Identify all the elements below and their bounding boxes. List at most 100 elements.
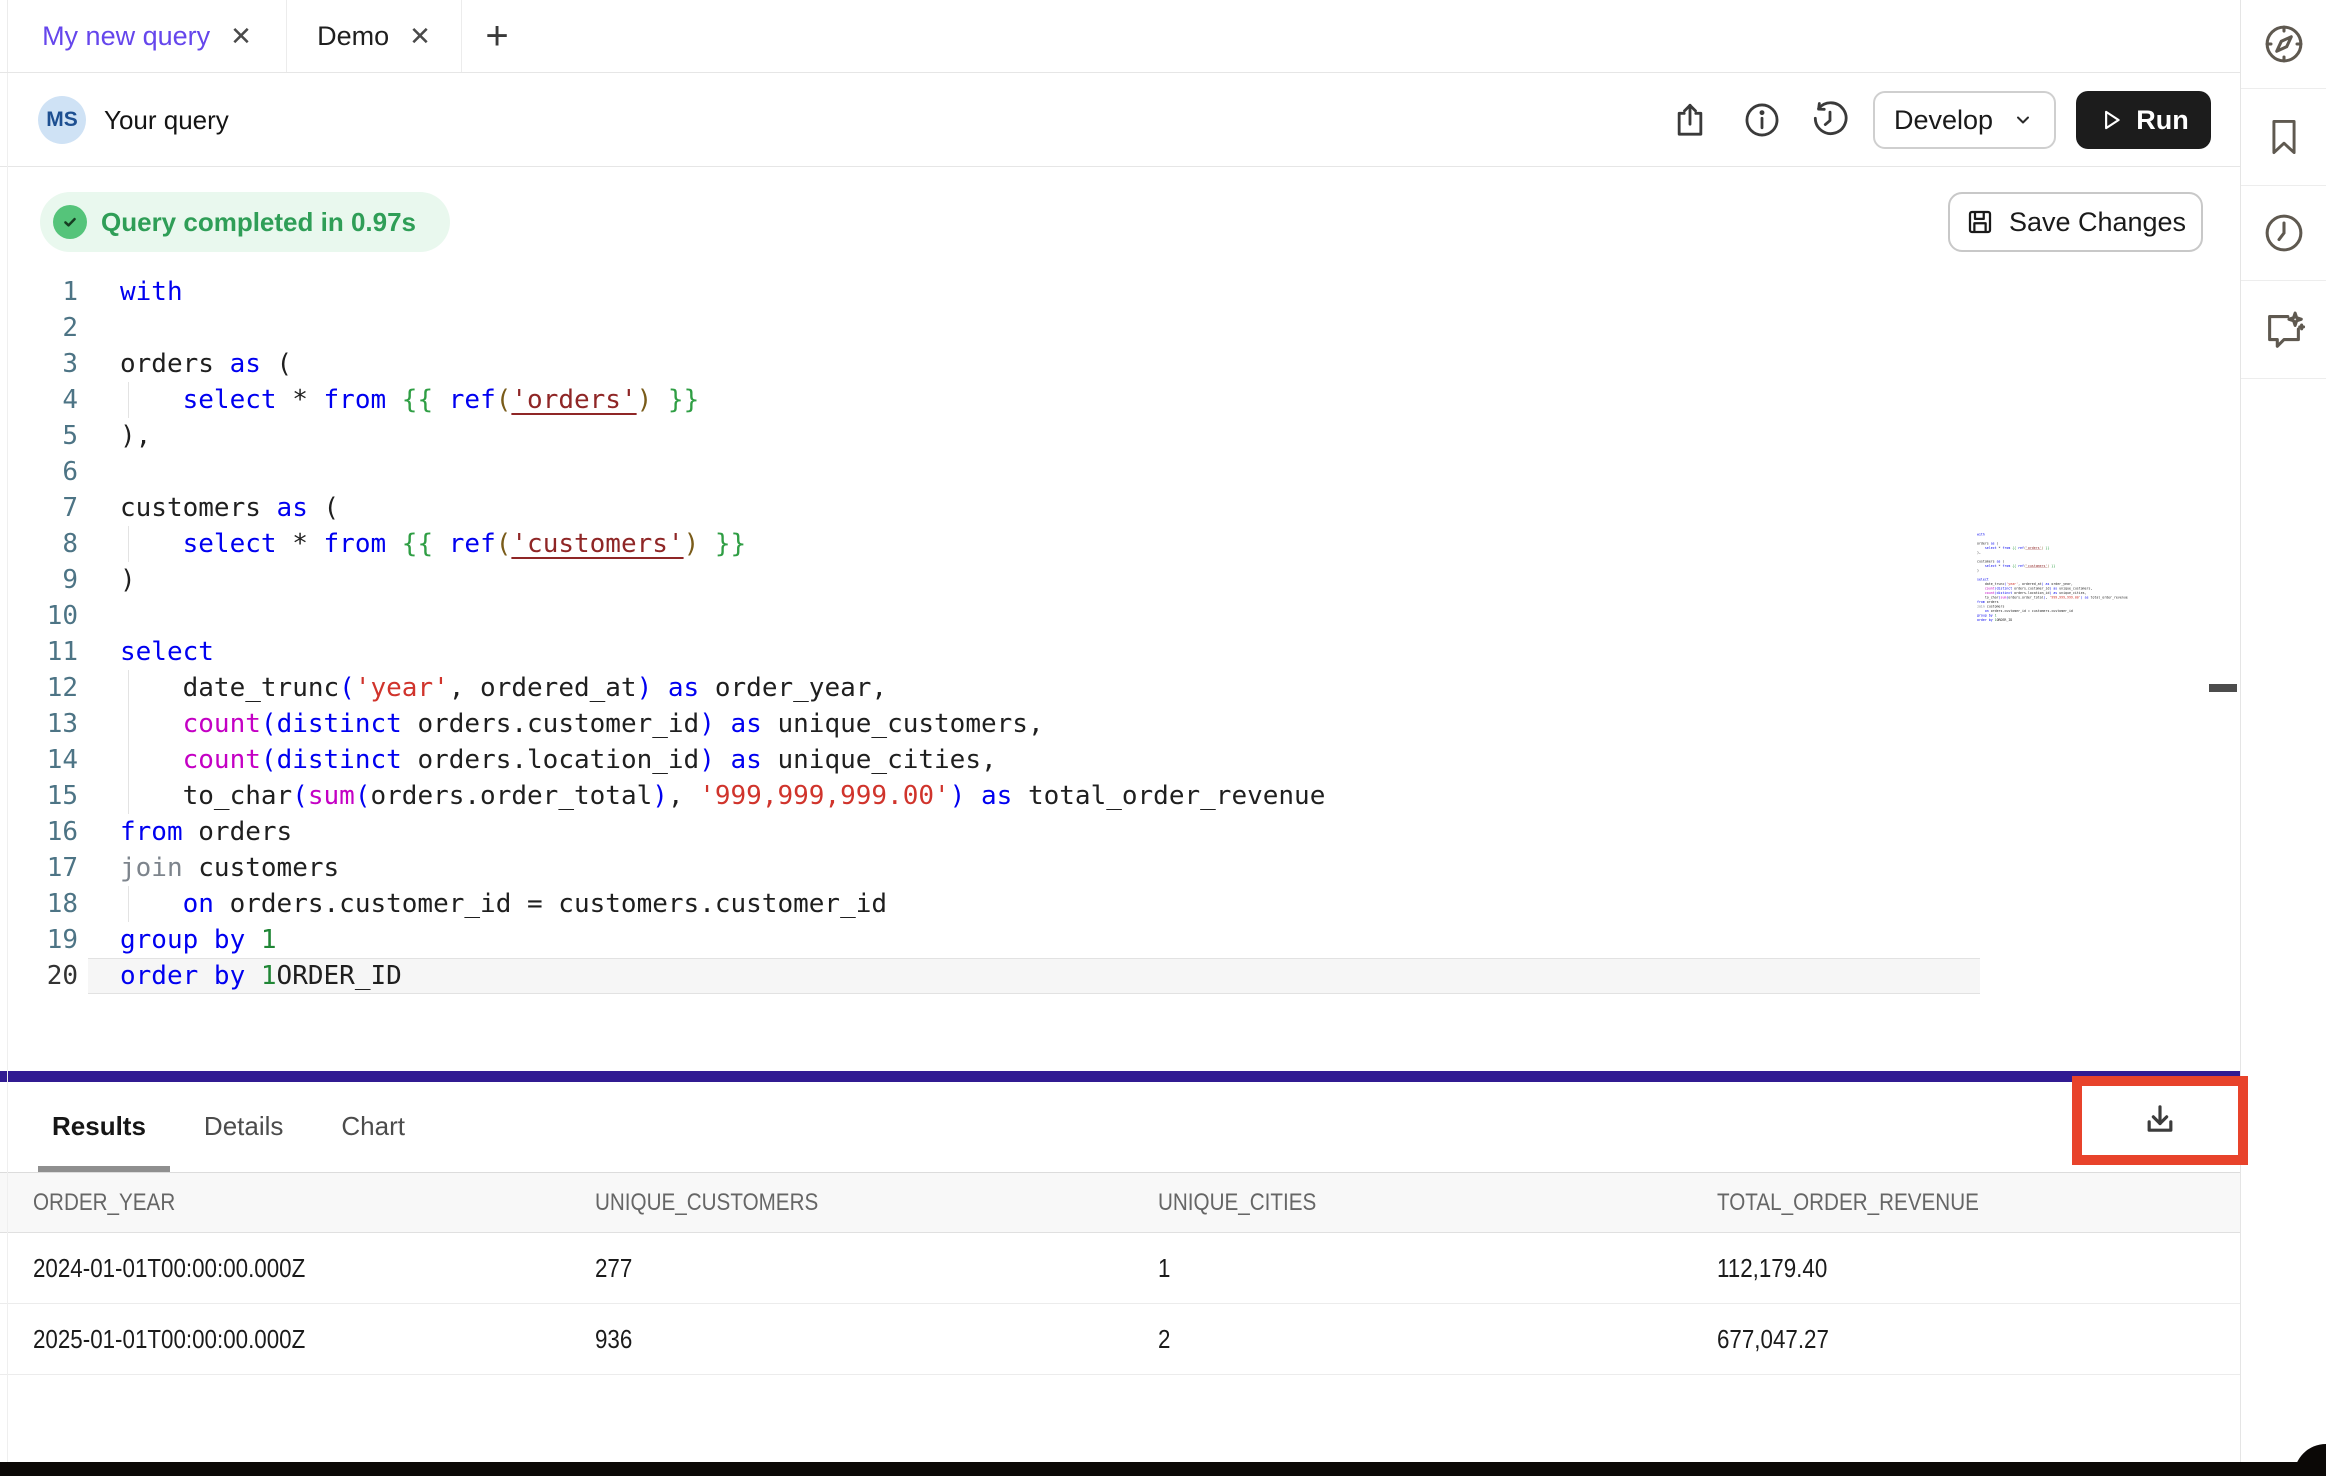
code-line-7[interactable]: 7customers as ( <box>30 490 1980 526</box>
column-header: TOTAL_ORDER_REVENUE <box>1684 1173 2240 1233</box>
code-line-16[interactable]: 16from orders <box>30 814 1980 850</box>
code-line-1[interactable]: 1 with <box>30 274 1980 310</box>
minimap-line: order by 1ORDER_ID <box>1977 618 2152 623</box>
avatar[interactable]: MS <box>38 96 86 144</box>
play-icon <box>2098 107 2124 133</box>
clock-icon <box>2261 210 2307 256</box>
save-changes-button[interactable]: Save Changes <box>1948 192 2203 252</box>
line-number: 9 <box>30 562 78 598</box>
run-button[interactable]: Run <box>2076 91 2211 149</box>
code-text: date_trunc('year', ordered_at) as order_… <box>88 670 1980 706</box>
line-number: 8 <box>30 526 78 562</box>
editor-scrollbar-thumb[interactable] <box>2209 684 2237 692</box>
history-icon[interactable] <box>1808 98 1852 142</box>
code-line-4[interactable]: 4 select * from {{ ref('orders') }} <box>30 382 1980 418</box>
line-number: 12 <box>30 670 78 706</box>
pane-divider[interactable] <box>0 1071 2240 1082</box>
line-number: 10 <box>30 598 78 634</box>
code-line-15[interactable]: 15 to_char(sum(orders.order_total), '999… <box>30 778 1980 814</box>
code-line-2[interactable]: 2 <box>30 310 1980 346</box>
code-line-6[interactable]: 6 <box>30 454 1980 490</box>
code-line-8[interactable]: 8 select * from {{ ref('customers') }} <box>30 526 1980 562</box>
save-icon <box>1965 207 1995 237</box>
tab-label: Demo <box>317 21 389 52</box>
table-row: 2024-01-01T00:00:00.000Z2771112,179.40 <box>0 1233 2240 1304</box>
screen-bottom-edge <box>0 1462 2326 1476</box>
table-row: 2025-01-01T00:00:00.000Z9362677,047.27 <box>0 1304 2240 1375</box>
sql-editor[interactable]: 1 with23orders as (4 select * from {{ ref… <box>0 260 2240 1071</box>
table-cell: 2 <box>1125 1304 1684 1375</box>
code-line-10[interactable]: 10 <box>30 598 1980 634</box>
sidebar-item-explore[interactable] <box>2241 0 2326 89</box>
info-icon[interactable] <box>1740 98 1784 142</box>
close-icon[interactable]: ✕ <box>409 23 431 49</box>
code-line-3[interactable]: 3orders as ( <box>30 346 1980 382</box>
code-line-17[interactable]: 17 join customers <box>30 850 1980 886</box>
line-number: 13 <box>30 706 78 742</box>
code-line-9[interactable]: 9) <box>30 562 1980 598</box>
minimap-content: withorders as ( select * from {{ ref('or… <box>1977 532 2152 622</box>
code-line-12[interactable]: 12 date_trunc('year', ordered_at) as ord… <box>30 670 1980 706</box>
code-line-19[interactable]: 19group by 1 <box>30 922 1980 958</box>
code-line-14[interactable]: 14 count(distinct orders.location_id) as… <box>30 742 1980 778</box>
check-icon <box>53 205 87 239</box>
code-text: with <box>88 274 1980 310</box>
code-line-18[interactable]: 18 on orders.customer_id = customers.cus… <box>30 886 1980 922</box>
line-number: 1 <box>30 274 78 310</box>
line-number: 6 <box>30 454 78 490</box>
code-text: count(distinct orders.customer_id) as un… <box>88 706 1980 742</box>
column-header: ORDER_YEAR <box>0 1173 562 1233</box>
line-number: 16 <box>30 814 78 850</box>
compass-icon <box>2261 21 2307 67</box>
sidebar-item-ai-assistant[interactable] <box>2241 281 2326 379</box>
tab-demo[interactable]: Demo ✕ <box>287 0 462 72</box>
table-cell: 1 <box>1125 1233 1684 1304</box>
code-text <box>88 454 1980 490</box>
close-icon[interactable]: ✕ <box>230 23 252 49</box>
code-text: orders as ( <box>88 346 1980 382</box>
bookmark-icon <box>2262 115 2306 159</box>
minimap-line: to_char(sum(orders.order_total), '999,99… <box>1977 595 2152 600</box>
chevron-down-icon <box>2011 108 2035 132</box>
sidebar-item-bookmarks[interactable] <box>2241 89 2326 186</box>
develop-dropdown[interactable]: Develop <box>1873 91 2056 149</box>
page-title: Your query <box>104 73 229 167</box>
table-cell: 112,179.40 <box>1684 1233 2240 1304</box>
line-number: 4 <box>30 382 78 418</box>
share-icon[interactable] <box>1668 98 1712 142</box>
code-text: on orders.customer_id = customers.custom… <box>88 886 1980 922</box>
query-status-badge: Query completed in 0.97s <box>40 192 450 252</box>
code-line-11[interactable]: 11select <box>30 634 1980 670</box>
code-line-5[interactable]: 5), <box>30 418 1980 454</box>
results-header-row: ORDER_YEARUNIQUE_CUSTOMERSUNIQUE_CITIEST… <box>0 1173 2240 1233</box>
code-line-13[interactable]: 13 count(distinct orders.customer_id) as… <box>30 706 1980 742</box>
code-line-20[interactable]: 20order by 1ORDER_ID <box>30 958 1980 994</box>
status-text: Query completed in 0.97s <box>101 207 416 238</box>
download-button[interactable] <box>2140 1101 2180 1141</box>
line-number: 18 <box>30 886 78 922</box>
line-number: 17 <box>30 850 78 886</box>
code-text <box>88 598 1980 634</box>
table-cell: 2025-01-01T00:00:00.000Z <box>0 1304 562 1375</box>
tab-my-new-query[interactable]: My new query ✕ <box>8 0 287 72</box>
line-number: 20 <box>30 958 78 994</box>
develop-label: Develop <box>1894 105 1993 136</box>
tab-results[interactable]: Results <box>52 1111 146 1142</box>
code-text: ), <box>88 418 1980 454</box>
plus-icon[interactable]: + <box>462 0 532 72</box>
line-number: 19 <box>30 922 78 958</box>
run-label: Run <box>2136 105 2188 136</box>
code-lines: 1 with23orders as (4 select * from {{ ref… <box>30 274 1980 994</box>
results-panel: Results Details Chart ORDER_YEARUNIQUE_C… <box>0 1082 2240 1462</box>
line-number: 11 <box>30 634 78 670</box>
tab-details[interactable]: Details <box>204 1111 283 1142</box>
sidebar-item-history[interactable] <box>2241 186 2326 281</box>
code-text: join customers <box>88 850 1980 886</box>
code-text: count(distinct orders.location_id) as un… <box>88 742 1980 778</box>
window-left-edge <box>7 73 8 1462</box>
editor-minimap[interactable]: withorders as ( select * from {{ ref('or… <box>1977 532 2152 637</box>
column-header: UNIQUE_CUSTOMERS <box>562 1173 1125 1233</box>
line-number: 15 <box>30 778 78 814</box>
chat-sparkles-icon <box>2261 307 2307 353</box>
tab-chart[interactable]: Chart <box>341 1111 405 1142</box>
